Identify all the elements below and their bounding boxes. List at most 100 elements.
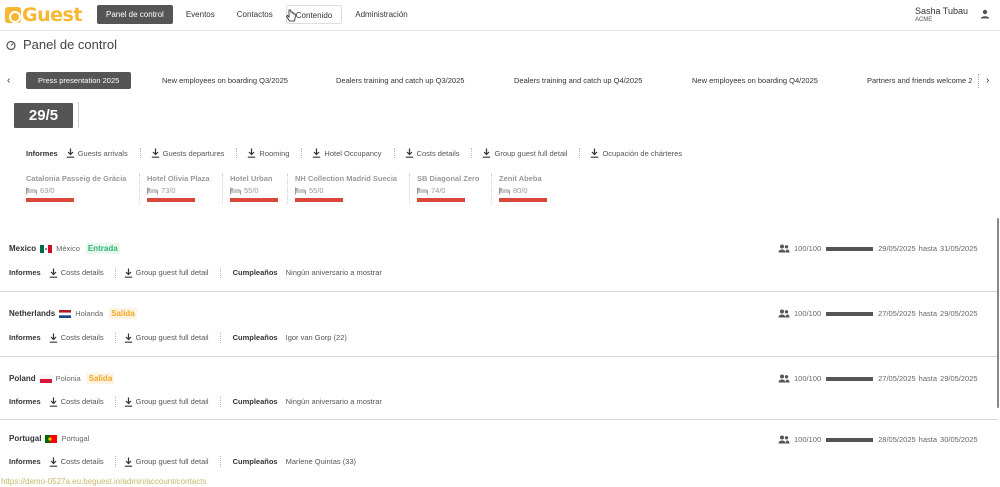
date-from: 29/05/2025 [878,244,916,253]
guest-count: 100/100 [794,309,822,318]
nav-eventos[interactable]: Eventos [177,5,224,24]
download-icon [49,268,57,278]
status-badge: Salida [86,373,115,384]
hotel-name: SB Diagonal Zero [417,174,480,183]
report-ocupacion-charteres[interactable]: Ocupación de chárteres [579,148,682,158]
download-icon [124,333,132,343]
reports-label: Informes [9,333,41,342]
event-tab[interactable]: New employees on boarding Q3/2025 [162,72,288,89]
date-hasta: hasta [918,374,938,383]
nav-panel-de-control[interactable]: Panel de control [97,5,173,24]
hotel-occupancy-bar [417,198,465,202]
nav-contactos[interactable]: Contactos [228,5,282,24]
people-icon [778,309,790,318]
report-costs-details[interactable]: Costs details [393,148,459,158]
divider [409,174,410,204]
page-title-row: Panel de control [6,37,117,52]
event-tab[interactable]: Dealers training and catch up Q3/2025 [336,72,464,89]
country-name: Netherlands [9,309,56,318]
report-costs-details[interactable]: Costs details [49,397,104,407]
hotel-card[interactable]: Hotel Urban 55/0 [230,174,278,202]
download-icon [49,333,57,343]
report-group-guest-full-detail[interactable]: Group guest full detail [124,457,209,467]
country-section-poland: Poland Polonia Salida 100/100 27/05/2025… [0,358,998,420]
hotel-card[interactable]: NH Collection Madrid Suecia 55/0 [295,174,397,202]
bed-icon [230,187,241,194]
country-name: Portugal [9,434,42,443]
country-stats: 100/100 27/05/2025 hasta 29/05/2025 [778,309,978,318]
bed-icon [295,187,306,194]
report-costs-details[interactable]: Costs details [49,333,104,343]
report-costs-details[interactable]: Costs details [49,457,104,467]
reports-label: Informes [26,148,58,158]
event-tab[interactable]: Dealers training and catch up Q4/2025 [514,72,642,89]
country-stats: 100/100 28/05/2025 hasta 30/05/2025 [778,435,978,444]
reports-label: Informes [9,397,41,406]
download-icon [49,397,57,407]
country-header: Netherlands Holanda Salida [9,308,137,319]
poland-flag-icon [39,374,52,383]
date-hasta: hasta [918,244,938,253]
download-icon [124,397,132,407]
download-icon [49,457,57,467]
date-hasta: hasta [918,309,938,318]
country-section-portugal: Portugal Portugal 100/100 28/05/2025 has… [0,421,998,479]
date-to: 29/05/2025 [940,309,978,318]
download-icon [151,148,159,158]
report-group-guest-full-detail[interactable]: Group guest full detail [124,333,209,343]
chevron-left-icon[interactable]: ‹ [7,75,10,86]
report-hotel-occupancy[interactable]: Hotel Occupancy [301,148,382,158]
event-tab-active[interactable]: Press presentation 2025 [26,72,132,89]
status-bar-url: https://demo-0527a.eu.beguest.io/admin/a… [1,477,207,486]
hotel-occupancy-bar [295,198,343,202]
hotel-name: Hotel Olivia Plaza [147,174,210,183]
hotel-card[interactable]: Zenit Abeba 80/0 [499,174,547,202]
event-tab[interactable]: Partners and friends welcome 2 [867,72,977,89]
guest-progress-bar [826,437,874,442]
hotel-name: Catalonia Passeig de Gràcia [26,174,127,183]
chevron-right-icon[interactable]: › [986,75,989,86]
report-rooming[interactable]: Rooming [236,148,289,158]
guest-progress-bar [826,311,874,316]
app-logo[interactable]: Guest [5,5,82,25]
guest-progress-bar [826,246,874,251]
country-local-name: Polonia [55,374,81,383]
report-group-guest-full-detail[interactable]: Group guest full detail [124,397,209,407]
report-guests-departures[interactable]: Guests departures [139,148,224,158]
logo-icon [5,7,21,23]
download-icon [483,148,491,158]
birthdays-label: Cumpleaños [232,268,278,277]
event-tab[interactable]: New employees on boarding Q4/2025 [692,72,818,89]
top-bar: Guest Panel de control Eventos Contactos… [0,0,1000,31]
download-icon [313,148,321,158]
report-group-guest-full-detail[interactable]: Group guest full detail [124,268,209,278]
bed-icon [147,187,158,194]
hotel-name: Zenit Abeba [499,174,542,183]
divider [78,102,79,128]
user-info[interactable]: Sasha Tubau ACME [915,6,968,23]
reports-row: Informes Guests arrivals Guests departur… [26,147,694,159]
hotel-card[interactable]: Hotel Olivia Plaza 73/0 [147,174,210,202]
bed-icon [26,187,37,194]
portugal-flag-icon [45,434,58,443]
birthdays-value: Ningún aniversario a mostrar [285,268,382,277]
report-costs-details[interactable]: Costs details [49,268,104,278]
date-from: 27/05/2025 [878,309,916,318]
date-to: 31/05/2025 [940,244,978,253]
country-reports: Informes Costs details Group guest full … [9,332,347,343]
scrollbar[interactable] [997,218,999,408]
birthdays-label: Cumpleaños [232,457,278,466]
user-name: Sasha Tubau [914,6,968,16]
nav-administracion[interactable]: Administración [346,5,416,24]
user-icon[interactable] [980,9,990,19]
download-icon [124,457,132,467]
birthdays-label: Cumpleaños [232,397,278,406]
bed-icon [499,187,510,194]
hotel-card[interactable]: SB Diagonal Zero 74/0 [417,174,480,202]
netherlands-flag-icon [59,309,72,318]
guest-count: 100/100 [794,374,822,383]
report-group-guest-full-detail[interactable]: Group guest full detail [471,148,567,158]
country-local-name: México [56,244,80,253]
hotel-card[interactable]: Catalonia Passeig de Gràcia 63/0 [26,174,126,202]
report-guests-arrivals[interactable]: Guests arrivals [66,148,128,158]
